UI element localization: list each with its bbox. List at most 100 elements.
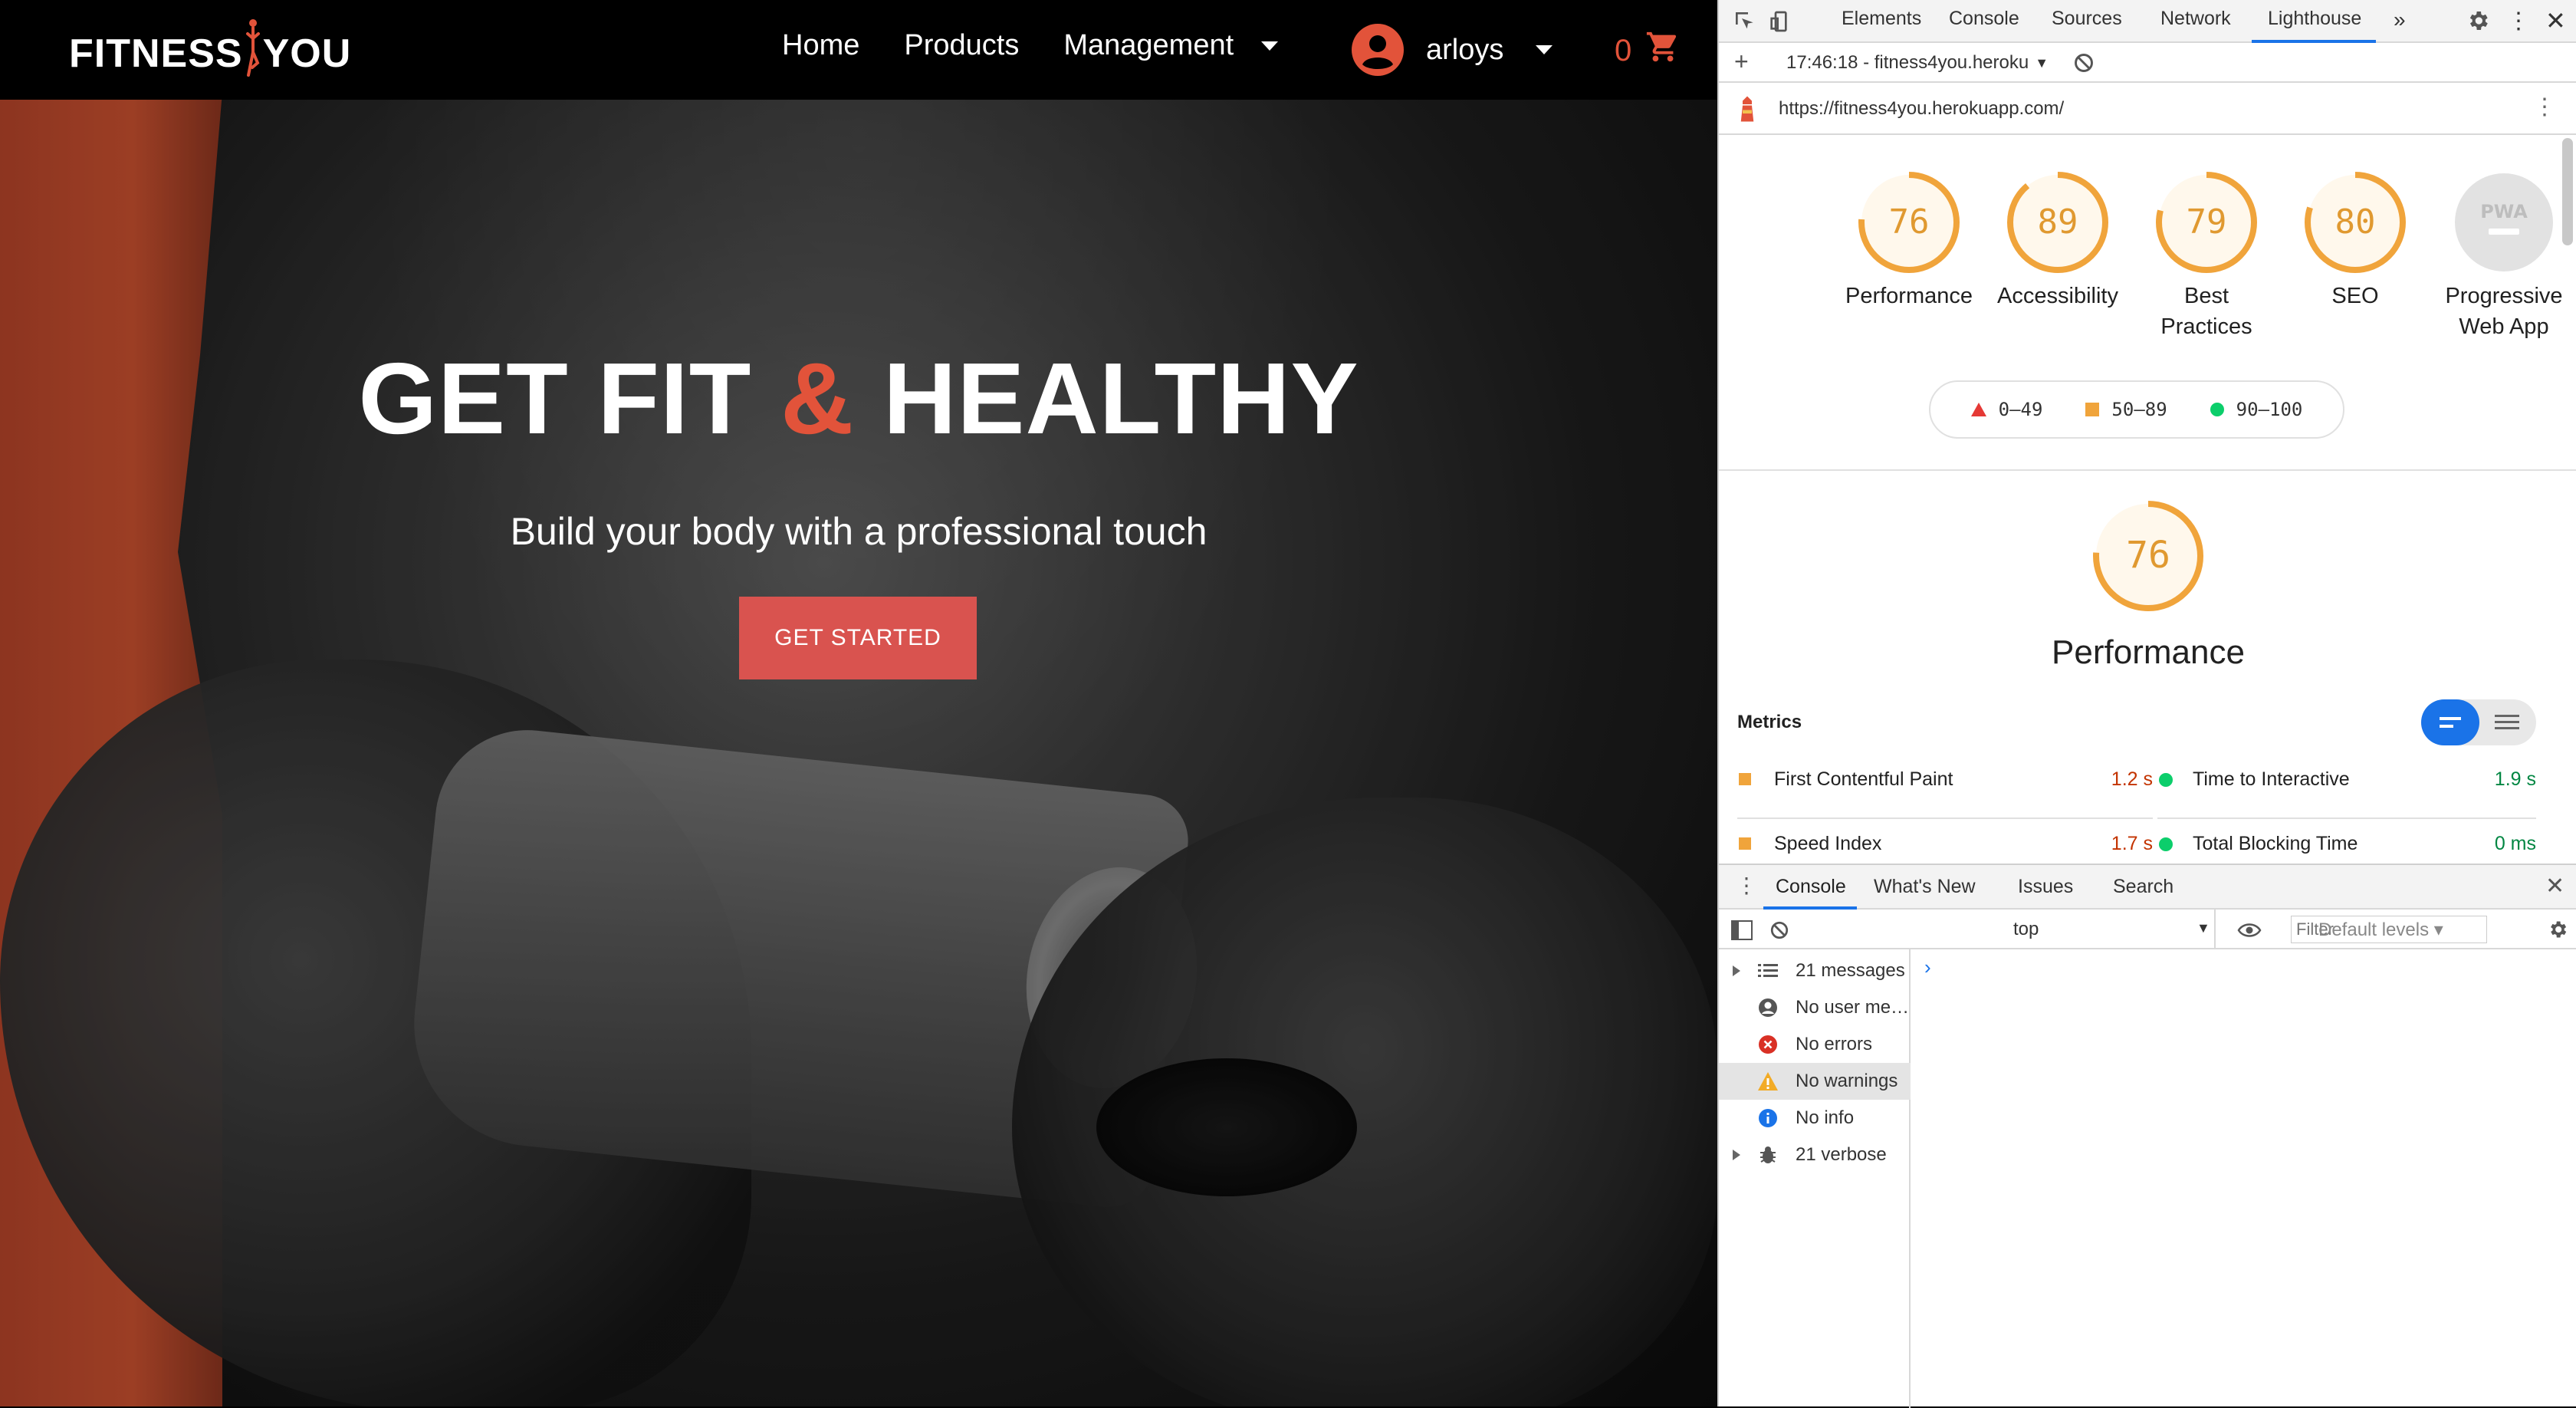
user-menu[interactable]: arloys (1351, 23, 1553, 77)
report-selector[interactable]: 17:46:18 - fitness4you.heroku ▼ (1786, 52, 2049, 74)
show-sidebar-icon[interactable] (1731, 920, 1753, 940)
report-selector-label: 17:46:18 - fitness4you.heroku (1786, 52, 2029, 73)
hero-subtitle: Build your body with a professional touc… (510, 510, 1208, 553)
get-started-button[interactable]: GET STARTED (739, 597, 977, 679)
default-levels-dropdown[interactable]: Default levels ▾ (2318, 919, 2443, 941)
tab-lighthouse[interactable]: Lighthouse (2268, 8, 2361, 30)
hero-title: GET FIT & HEALTHY (358, 342, 1359, 455)
main-nav: Home Products Management (782, 29, 1279, 62)
clear-console-icon[interactable] (1769, 920, 1789, 940)
sidebar-item-label: 21 verbose (1796, 1144, 1887, 1165)
toggle-summary-option[interactable] (2421, 699, 2479, 745)
performance-heading: Performance (2052, 633, 2245, 671)
expand-arrow-icon[interactable] (1733, 966, 1740, 976)
account-circle-icon (1351, 23, 1405, 77)
sidebar-item-info[interactable]: No info (1719, 1100, 1911, 1137)
score-scale-legend: 0–49 50–89 90–100 (1929, 380, 2344, 439)
metric-tbt-label: Total Blocking Time (2193, 833, 2358, 854)
hero-content: GET FIT & HEALTHY Build your body with a… (0, 337, 1717, 554)
console-settings-gear-icon[interactable] (2547, 919, 2568, 940)
bug-icon (1757, 1144, 1779, 1166)
drawer-tab-issues[interactable]: Issues (2018, 876, 2073, 898)
pwa-badge-text: PWA (2480, 201, 2528, 222)
gauge-ring-best-practices: 79 (2156, 172, 2257, 273)
tab-console[interactable]: Console (1949, 8, 2019, 30)
live-expression-eye-icon[interactable] (2237, 920, 2262, 940)
tab-sources[interactable]: Sources (2052, 8, 2122, 30)
metric-fcp-label: First Contentful Paint (1774, 768, 1953, 790)
inspect-element-icon[interactable] (1733, 9, 1757, 39)
average-square-icon (2085, 403, 2100, 416)
lighthouse-logo-icon (1736, 95, 1759, 127)
drawer-tab-search[interactable]: Search (2113, 876, 2174, 898)
cart-count: 0 (1615, 33, 1632, 67)
score-value: 79 (2187, 202, 2227, 242)
console-drawer: ⋮ Console What's New Issues Search ✕ top… (1719, 864, 2576, 1408)
report-menu-icon[interactable]: ⋮ (2533, 94, 2556, 120)
section-divider (1719, 469, 2576, 471)
drawer-tab-console[interactable]: Console (1776, 876, 1846, 898)
settings-gear-icon[interactable] (2466, 8, 2490, 38)
device-toolbar-icon[interactable] (1769, 9, 1794, 39)
score-value: 89 (2038, 202, 2078, 242)
sidebar-item-user-messages[interactable]: No user me… (1719, 989, 1911, 1026)
metrics-view-toggle[interactable] (2421, 699, 2536, 745)
sidebar-item-messages[interactable]: 21 messages (1719, 952, 1911, 989)
devtools-panel: Elements Console Sources Network Lightho… (1717, 0, 2576, 1408)
context-caret-icon: ▼ (2196, 920, 2210, 936)
drawer-tab-whats-new[interactable]: What's New (1874, 876, 1976, 898)
legend-average: 50–89 (2085, 399, 2167, 420)
report-selector-caret-icon: ▼ (2035, 54, 2049, 71)
expand-arrow-icon[interactable] (1733, 1150, 1740, 1160)
metric-tti-value: 1.9 s (2494, 768, 2536, 790)
fail-triangle-icon (1970, 403, 1986, 416)
new-report-icon[interactable]: + (1734, 48, 1749, 76)
metric-pass-circle-icon (2159, 837, 2173, 851)
logo-figure-icon (245, 17, 261, 78)
legend-pass: 90–100 (2210, 399, 2302, 420)
nav-products[interactable]: Products (904, 29, 1019, 62)
score-label: Best (2183, 284, 2229, 308)
tab-network[interactable]: Network (2160, 8, 2231, 30)
gauge-ring-seo: 80 (2305, 172, 2406, 273)
sidebar-item-errors[interactable]: No errors (1719, 1026, 1911, 1063)
gauge-ring-accessibility: 89 (2007, 172, 2108, 273)
clear-reports-icon[interactable] (2073, 52, 2095, 79)
context-selector-value: top (2013, 919, 2039, 939)
detail-view-icon[interactable] (2478, 699, 2536, 745)
score-gauge-pwa[interactable]: PWA Progressive Web App (2435, 170, 2573, 342)
context-selector[interactable]: top ▼ (1802, 910, 2216, 949)
hero-overlay (0, 0, 1717, 1406)
user-dropdown-caret-icon (1536, 45, 1553, 54)
score-label: Performance (1845, 284, 1973, 308)
close-devtools-icon[interactable]: ✕ (2545, 6, 2566, 35)
management-dropdown-caret-icon[interactable] (1261, 41, 1279, 51)
score-gauge-seo[interactable]: 80 SEO (2286, 170, 2424, 311)
metric-pass-circle-icon (2159, 773, 2173, 787)
score-gauge-best-practices[interactable]: 79 Best Practices (2137, 170, 2275, 342)
report-url[interactable]: https://fitness4you.herokuapp.com/ (1779, 98, 2064, 120)
sidebar-item-label: No user me… (1796, 997, 1910, 1018)
devtools-tabbar: Elements Console Sources Network Lightho… (1719, 0, 2576, 43)
drawer-menu-icon[interactable]: ⋮ (1736, 873, 1757, 898)
tab-elements[interactable]: Elements (1842, 8, 1921, 30)
logo-text-right: YOU (262, 31, 352, 76)
nav-management[interactable]: Management (1063, 29, 1234, 62)
cart-button[interactable]: 0 (1615, 29, 1681, 72)
score-gauge-performance[interactable]: 76 Performance (1840, 170, 1978, 311)
devtools-menu-icon[interactable]: ⋮ (2507, 8, 2530, 35)
console-prompt-icon[interactable]: › (1924, 956, 1931, 979)
nav-home[interactable]: Home (782, 29, 859, 62)
sidebar-item-verbose[interactable]: 21 verbose (1719, 1137, 1911, 1173)
score-label-line2: Web App (2459, 314, 2549, 339)
close-drawer-icon[interactable]: ✕ (2545, 873, 2564, 900)
site-logo[interactable]: FITNESS YOU (69, 19, 352, 77)
site-navbar: FITNESS YOU Home Products Management arl… (0, 0, 1717, 100)
metric-average-square-icon (1739, 837, 1751, 850)
more-tabs-icon[interactable]: » (2394, 8, 2406, 32)
sidebar-item-warnings[interactable]: No warnings (1719, 1063, 1911, 1100)
sidebar-item-label: 21 messages (1796, 960, 1905, 981)
lighthouse-report: 76 Performance 89 Accessibility 79 Best … (1719, 135, 2576, 864)
performance-gauge-large: 76 (2079, 498, 2217, 614)
score-gauge-accessibility[interactable]: 89 Accessibility (1989, 170, 2127, 311)
